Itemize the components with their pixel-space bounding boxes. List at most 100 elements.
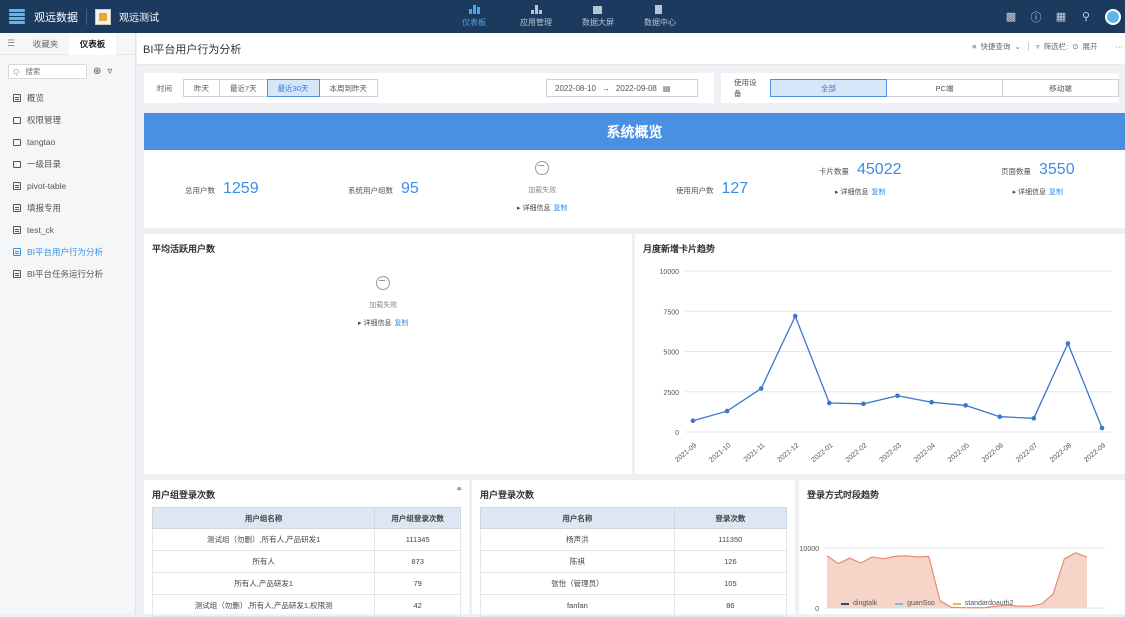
group-logins-card: 用户组登录次数 ⚭ 用户组名称 用户组登录次数 测试组（勿删）,所有人,产品研发1 1…	[144, 480, 469, 617]
nav-dashboard[interactable]: 仪表板	[443, 0, 505, 33]
date-range-picker[interactable]: 2022-08-10 → 2022-09-08 ▤	[546, 79, 698, 97]
kpi-label: 使用用户数	[676, 186, 714, 195]
x-tick-label: 2022-02	[845, 442, 869, 464]
detail-toggle[interactable]: ▸ 详细信息 复制	[517, 203, 567, 213]
sidebar-item-label: 概览	[27, 93, 45, 103]
avg-active-users-card: 平均活跃用户数 加载失败 ▸ 详细信息 复制	[144, 234, 632, 474]
search-input[interactable]	[25, 67, 78, 76]
project-name[interactable]: 观远测试	[119, 9, 159, 24]
chevron-down-icon[interactable]: ⌄	[1015, 42, 1021, 51]
sidebar-item[interactable]: BI平台任务运行分析	[0, 263, 135, 285]
table-row: fanfan 86	[480, 594, 788, 617]
sidebar-search-row: Q· ⊕ ▿	[8, 64, 127, 79]
divider	[86, 8, 87, 25]
segment-option[interactable]: PC端	[886, 79, 1003, 97]
table-cell: 所有人	[151, 550, 376, 573]
table-cell: 86	[673, 594, 788, 617]
table-row: 陈祺 126	[480, 550, 788, 573]
kpi-pages-block: 页面数量 3550 ▸ 详细信息 复制	[1001, 161, 1075, 197]
filter-icon[interactable]: ▿	[107, 66, 112, 77]
help-icon[interactable]: ⓘ	[1030, 9, 1042, 25]
segment-option[interactable]: 全部	[770, 79, 887, 97]
collapse-menu-icon[interactable]: ☰	[0, 38, 22, 49]
expand-button[interactable]: 展开	[1083, 41, 1098, 52]
tab-dashboards[interactable]: 仪表板	[69, 32, 116, 55]
database-icon	[654, 5, 666, 14]
segment-option[interactable]: 本周到昨天	[318, 79, 379, 97]
filter-bar-label: 筛选栏:	[1043, 42, 1069, 51]
y-tick-label: 10000	[800, 546, 820, 553]
segment-option[interactable]: 昨天	[183, 79, 220, 97]
table-cell: 所有人,产品研发1	[151, 572, 376, 595]
sidebar-item[interactable]: BI平台用户行为分析	[0, 241, 135, 263]
detail-toggle[interactable]: ▸ 详细信息 复制	[358, 318, 408, 328]
filter-row: 时间 昨天 最近7天 最近30天 本周到昨天 2022-08-10 → 2022-09…	[144, 73, 1119, 103]
copy-link[interactable]: 复制	[553, 205, 567, 212]
device-filter: 使用设备 全部 PC端 移动端	[721, 73, 1119, 103]
copy-link[interactable]: 复制	[394, 320, 408, 327]
sidebar-item[interactable]: pivot-table	[0, 175, 135, 197]
link-icon[interactable]: ⚭	[455, 484, 463, 495]
x-tick-label: 2022-03	[879, 442, 903, 464]
legend-item[interactable]: standardoauth2	[952, 600, 1013, 607]
detail-label: 详细信息	[522, 205, 551, 212]
user-logins-card: 用户登录次数 用户名称 登录次数 杨声洪 111350 陈祺 126 张怡（管理员） 105 f…	[472, 480, 795, 617]
kpi-pages: 页面数量 3550	[1001, 161, 1075, 179]
legend-item[interactable]: guanSso	[895, 600, 935, 607]
sidebar-item[interactable]: tangtao	[0, 131, 135, 153]
add-icon[interactable]: ⊕	[93, 66, 101, 77]
sidebar-item-label: 一级目录	[27, 159, 62, 169]
grid-icon[interactable]: ▦	[1055, 10, 1067, 23]
error-face-icon	[535, 161, 550, 175]
data-point	[963, 403, 968, 408]
more-icon[interactable]: ···	[1116, 42, 1124, 51]
tab-favorites[interactable]: 收藏夹	[22, 33, 69, 55]
nav-label: 数据大屏	[582, 18, 614, 27]
series-line	[692, 314, 1103, 429]
table-row: 测试组（勿删）,所有人,产品研发1 111345	[151, 528, 461, 551]
column-header[interactable]: 用户组名称	[151, 507, 376, 529]
overview-load-failed: 加载失败 ▸ 详细信息 复制	[517, 161, 567, 213]
y-tick-label: 0	[815, 606, 819, 613]
copy-link[interactable]: 复制	[1049, 189, 1063, 196]
detail-label: 详细信息	[840, 189, 869, 196]
table-row: 杨声洪 111350	[480, 528, 788, 551]
x-tick-label: 2022-01	[810, 442, 834, 464]
search-icon[interactable]: ⚲	[1080, 10, 1092, 23]
copy-link[interactable]: 复制	[871, 189, 885, 196]
message-icon[interactable]: ▩	[1005, 10, 1017, 23]
segment-option[interactable]: 最近7天	[219, 79, 268, 97]
expand-circle-icon: ⊙	[1072, 42, 1079, 51]
table-cell: 79	[374, 572, 461, 595]
project-icon[interactable]	[95, 8, 111, 25]
date-start: 2022-08-10	[555, 83, 596, 93]
column-header[interactable]: 登录次数	[673, 507, 788, 529]
nav-data-screen[interactable]: 数据大屏	[567, 0, 629, 33]
kpi-value: 95	[401, 180, 419, 197]
avatar[interactable]	[1105, 8, 1121, 25]
table-row: 所有人 873	[151, 550, 461, 573]
legend-item[interactable]: dingtalk	[841, 600, 877, 607]
sidebar-item[interactable]: 一级目录	[0, 153, 135, 175]
nav-data-center[interactable]: 数据中心	[629, 0, 691, 33]
sidebar-item[interactable]: 权限管理	[0, 109, 135, 131]
sidebar-item[interactable]: 填报专用	[0, 197, 135, 219]
segment-option[interactable]: 移动端	[1002, 79, 1119, 97]
sidebar-item[interactable]: test_ck	[0, 219, 135, 241]
nav-label: 数据中心	[644, 18, 676, 27]
detail-toggle[interactable]: ▸ 详细信息 复制	[1013, 187, 1063, 197]
segment-option[interactable]: 最近30天	[266, 79, 320, 97]
kpi-cards: 卡片数量 45022	[819, 161, 902, 179]
column-header[interactable]: 用户名称	[480, 507, 675, 529]
device-options: 全部 PC端 移动端	[770, 79, 1119, 97]
table-cell: 张怡（管理员）	[480, 572, 675, 595]
sidebar-item-label: pivot-table	[27, 181, 67, 191]
quick-query-button[interactable]: 快捷查询	[981, 41, 1011, 52]
column-header[interactable]: 用户组登录次数	[374, 507, 461, 529]
detail-label: 详细信息	[1018, 189, 1047, 196]
legend-label: dingtalk	[853, 600, 878, 607]
sidebar-item[interactable]: 概览	[0, 87, 135, 109]
nav-app-management[interactable]: 应用管理	[505, 0, 567, 33]
detail-toggle[interactable]: ▸ 详细信息 复制	[835, 187, 885, 197]
brand-logo-icon[interactable]	[9, 8, 25, 25]
